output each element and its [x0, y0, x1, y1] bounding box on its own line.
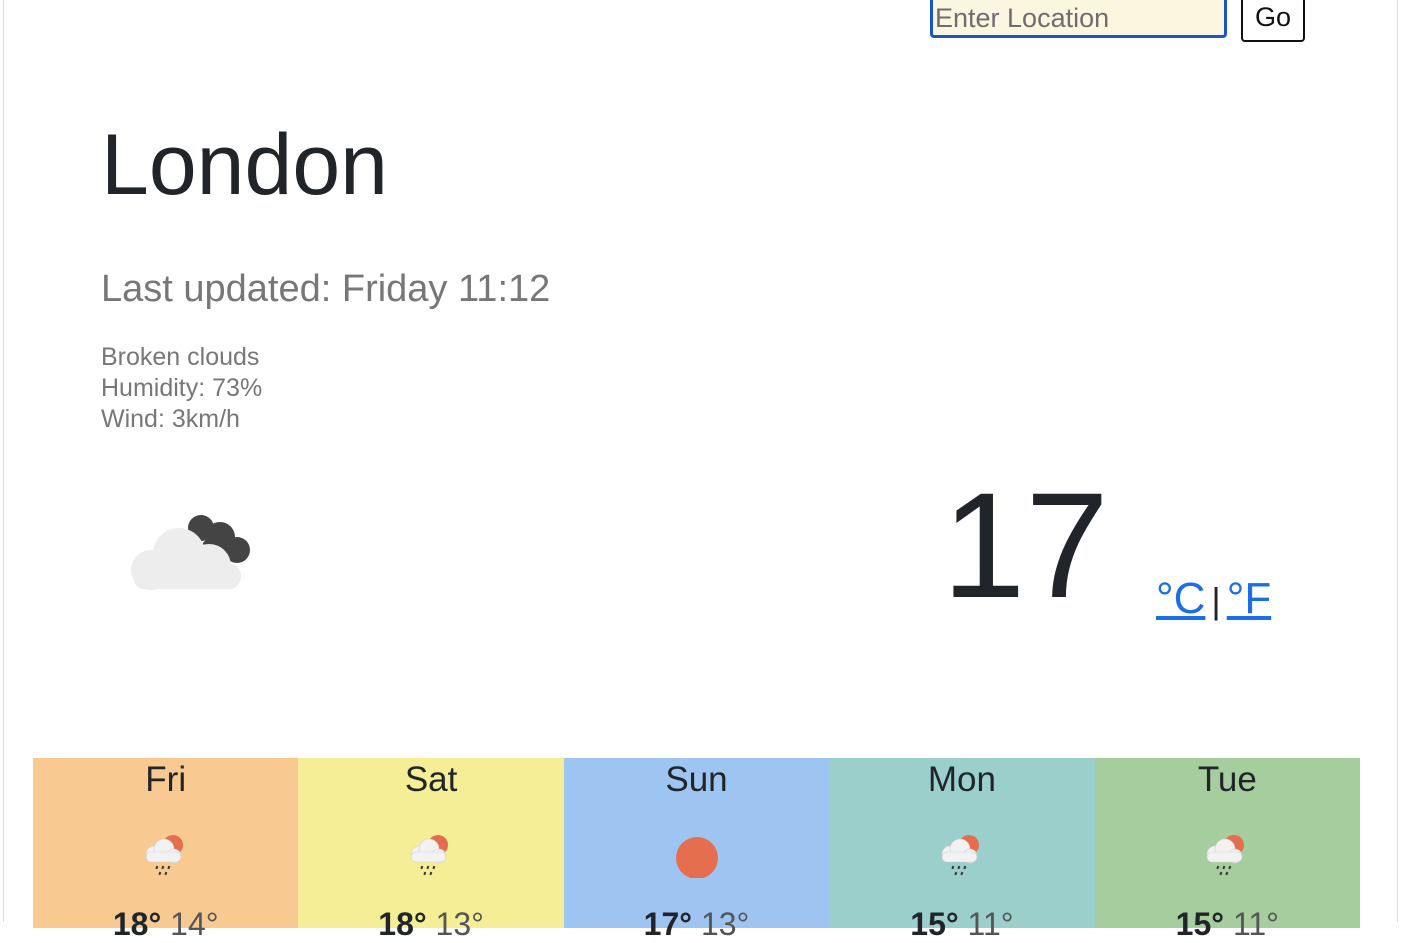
forecast-high: 15°	[1175, 906, 1225, 942]
go-button[interactable]: Go	[1241, 0, 1305, 42]
wind-text: Wind: 3km/h	[101, 405, 240, 433]
current-temperature: 17	[942, 461, 1109, 629]
forecast-high: 18°	[112, 906, 162, 942]
forecast-temps: 15° 11°	[829, 906, 1094, 943]
forecast-low: 13°	[435, 906, 484, 942]
rain-sun-icon	[829, 830, 1094, 886]
forecast-temps: 18° 14°	[33, 906, 298, 943]
forecast-high: 17°	[643, 906, 693, 942]
forecast-day: Sun 17° 13°	[563, 758, 830, 942]
city-name: London	[101, 117, 388, 213]
forecast-day-name: Tue	[1197, 760, 1257, 799]
location-input[interactable]	[930, 0, 1227, 38]
forecast-day: Mon 15° 11°	[829, 758, 1095, 942]
rain-sun-icon	[33, 830, 298, 886]
celsius-link[interactable]: °C	[1156, 574, 1205, 623]
rain-sun-icon	[298, 830, 563, 886]
weather-description: Broken clouds	[101, 343, 260, 371]
forecast-high: 15°	[910, 906, 959, 942]
forecast-low: 11°	[967, 906, 1014, 942]
forecast-temps: 18° 13°	[298, 906, 563, 943]
broken-clouds-icon	[126, 508, 256, 598]
forecast-temps: 15° 11°	[1095, 906, 1360, 943]
rain-sun-icon	[1095, 830, 1360, 886]
humidity-text: Humidity: 73%	[101, 374, 263, 402]
unit-separator: |	[1211, 580, 1221, 621]
forecast-day-name: Fri	[145, 760, 187, 799]
forecast-high: 18°	[378, 906, 427, 942]
forecast-day-name: Sat	[404, 760, 458, 799]
forecast-low: 11°	[1232, 906, 1279, 942]
forecast-low: 14°	[170, 906, 219, 942]
unit-toggle: °C | °F	[1156, 574, 1271, 624]
forecast-day-name: Mon	[927, 760, 996, 799]
forecast-day: Sat 18° 13°	[298, 758, 564, 942]
forecast-strip: Fri 18° 14° Sat 18° 13° Sun 17° 13° Mon …	[33, 758, 1361, 942]
forecast-day: Fri 18° 14°	[33, 758, 299, 942]
forecast-day: Tue 15° 11°	[1094, 758, 1361, 942]
fahrenheit-link[interactable]: °F	[1227, 574, 1271, 623]
weather-details: Broken clouds Humidity: 73% Wind: 3km/h	[101, 342, 262, 435]
forecast-day-name: Sun	[665, 760, 728, 799]
last-updated: Last updated: Friday 11:12	[101, 268, 551, 310]
sun-icon	[564, 830, 829, 886]
forecast-low: 13°	[700, 906, 750, 942]
forecast-temps: 17° 13°	[564, 906, 829, 943]
